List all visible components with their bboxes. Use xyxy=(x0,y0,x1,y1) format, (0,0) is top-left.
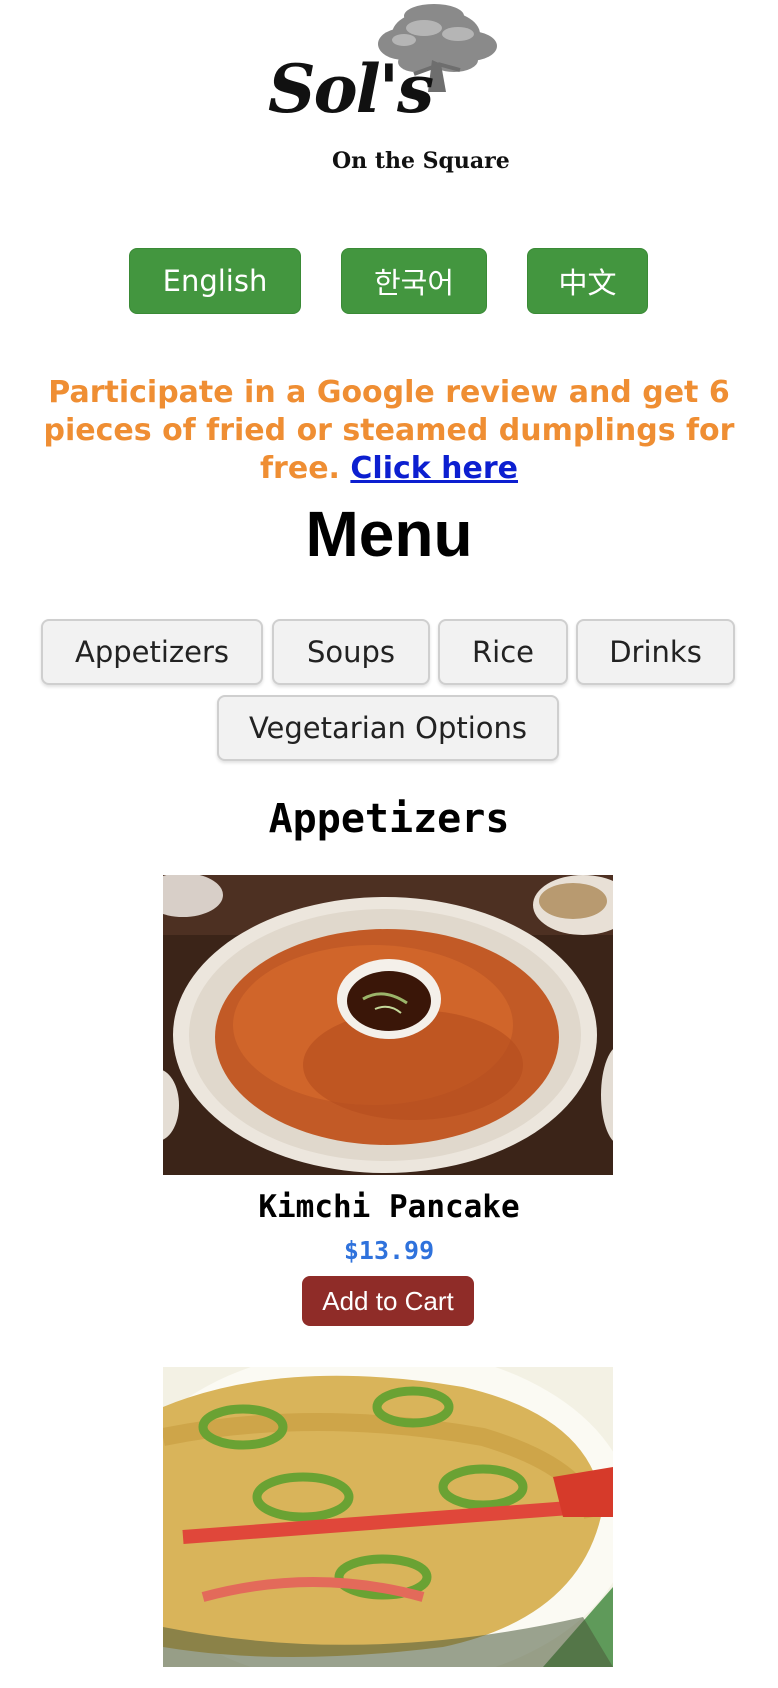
brand-name: Sol's xyxy=(268,50,434,128)
tab-drinks[interactable]: Drinks xyxy=(576,619,735,685)
tab-soups[interactable]: Soups xyxy=(272,619,430,685)
tab-vegetarian-options[interactable]: Vegetarian Options xyxy=(217,695,559,761)
kimchi-pancake-image xyxy=(163,875,613,1175)
kimchi-pancake-photo[interactable] xyxy=(163,875,613,1175)
language-english-button[interactable]: English xyxy=(129,248,301,314)
tab-appetizers[interactable]: Appetizers xyxy=(41,619,263,685)
language-chinese-button[interactable]: 中文 xyxy=(527,248,648,314)
brand-tagline: On the Square xyxy=(332,148,510,174)
seafood-pancake-image xyxy=(163,1367,613,1667)
promo-banner: Participate in a Google review and get 6… xyxy=(0,374,778,488)
page-title: Menu xyxy=(305,498,473,570)
section-title-appetizers: Appetizers xyxy=(268,796,510,842)
seafood-pancake-photo[interactable] xyxy=(163,1367,613,1667)
item-price: $13.99 xyxy=(343,1236,435,1265)
promo-click-here-link[interactable]: Click here xyxy=(350,451,518,486)
item-name: Kimchi Pancake xyxy=(258,1189,520,1225)
language-korean-button[interactable]: 한국어 xyxy=(341,248,487,314)
tab-rice[interactable]: Rice xyxy=(438,619,568,685)
add-to-cart-button[interactable]: Add to Cart xyxy=(302,1276,474,1326)
restaurant-logo: Sol's On the Square xyxy=(268,4,510,176)
